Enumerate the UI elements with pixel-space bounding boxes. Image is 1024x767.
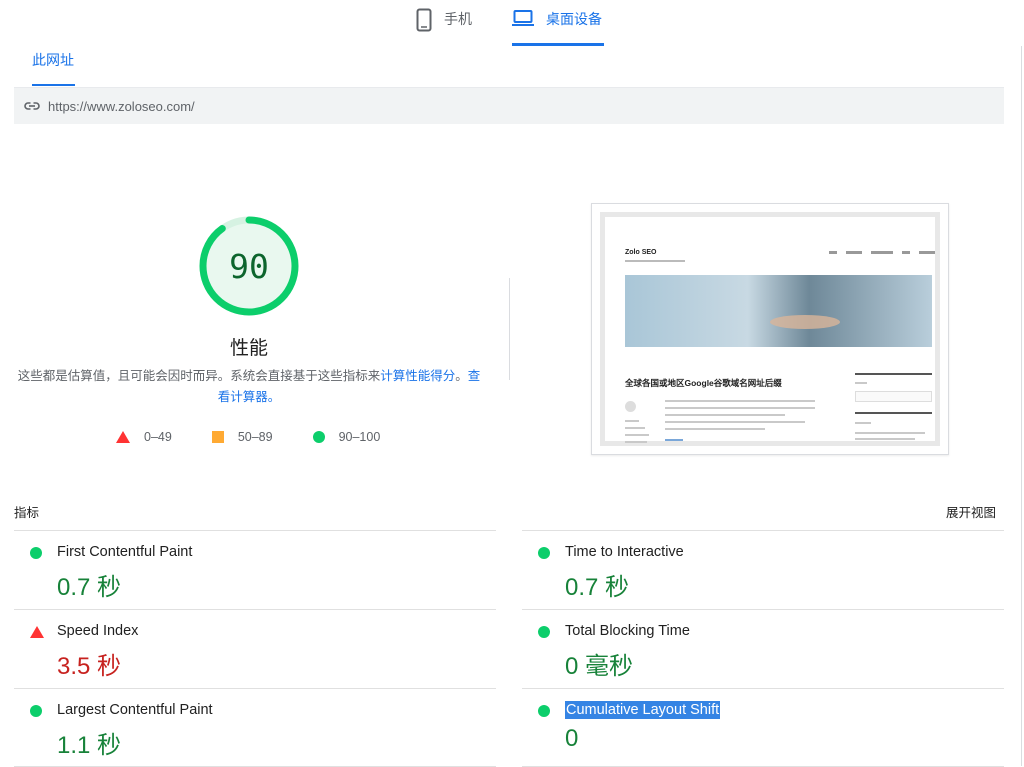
thumbnail-nav: [829, 251, 935, 254]
tab-mobile[interactable]: 手机: [416, 8, 472, 48]
legend-pass: 90–100: [312, 430, 381, 444]
hero-hand-graphic: [770, 315, 840, 329]
tab-this-url[interactable]: 此网址: [32, 50, 74, 70]
tab-desktop-label: 桌面设备: [546, 11, 602, 27]
thumbnail-frame: Zolo SEO 全球各国或地区Google谷歌域名网址后缀: [600, 212, 940, 446]
thumbnail-tagline: [625, 260, 685, 262]
pass-circle-icon: [538, 547, 550, 559]
metric-name: Largest Contentful Paint: [57, 702, 213, 718]
metric-value: 0.7 秒: [57, 574, 122, 601]
pass-circle-icon: [312, 431, 325, 443]
thumbnail-page: Zolo SEO 全球各国或地区Google谷歌域名网址后缀: [605, 217, 935, 443]
thumbnail-site-title: Zolo SEO: [625, 249, 657, 256]
legend-fail: 0–49: [116, 430, 172, 444]
legend-average-label: 50–89: [237, 430, 273, 444]
average-square-icon: [211, 431, 224, 443]
legend-average: 50–89: [211, 430, 273, 444]
divider: [509, 278, 510, 380]
thumbnail-hero-image: [625, 275, 932, 347]
fail-triangle-icon: [116, 431, 130, 443]
thumbnail-search-box: [855, 391, 932, 402]
calc-score-link[interactable]: 计算性能得分: [380, 369, 455, 383]
fail-triangle-icon: [30, 626, 44, 638]
scrollbar-track[interactable]: [1021, 46, 1022, 766]
score-disclaimer: 这些都是估算值，且可能会因时而异。系统会直接基于这些指标来计算性能得分。查看计算…: [14, 366, 484, 408]
pass-circle-icon: [538, 705, 550, 717]
phone-icon: [416, 8, 432, 32]
url-text: https://www.zoloseo.com/: [48, 98, 195, 114]
score-label: 性能: [229, 338, 268, 359]
pass-circle-icon: [30, 705, 42, 717]
metric-value: 0: [565, 725, 579, 752]
metric-value: 0 毫秒: [565, 653, 634, 680]
legend-fail-label: 0–49: [144, 430, 172, 444]
metric-value: 1.1 秒: [57, 732, 122, 759]
pass-circle-icon: [30, 547, 42, 559]
tab-mobile-label: 手机: [444, 11, 472, 27]
page-screenshot-thumbnail[interactable]: Zolo SEO 全球各国或地区Google谷歌域名网址后缀: [591, 203, 949, 455]
metric-value: 3.5 秒: [57, 653, 122, 680]
url-bar: https://www.zoloseo.com/: [14, 87, 1004, 124]
disclaimer-text: 这些都是估算值，且可能会因时而异。系统会直接基于这些指标来: [17, 369, 381, 383]
metric-name: Time to Interactive: [565, 544, 684, 560]
metric-speed-index: Speed Index 3.5 秒: [14, 609, 496, 688]
metric-name: First Contentful Paint: [57, 544, 193, 560]
score-value: 90: [229, 246, 269, 286]
laptop-icon: [512, 10, 534, 26]
thumbnail-avatar: [625, 401, 636, 412]
thumbnail-headline: 全球各国或地区Google谷歌域名网址后缀: [625, 378, 782, 388]
device-tabs: 手机 桌面设备: [0, 0, 1024, 48]
metric-cumulative-layout-shift: Cumulative Layout Shift 0: [522, 688, 1004, 767]
metric-total-blocking-time: Total Blocking Time 0 毫秒: [522, 609, 1004, 688]
disclaimer-sep: 。: [455, 369, 468, 383]
legend-pass-label: 90–100: [338, 430, 381, 444]
expand-view-toggle[interactable]: 展开视图: [946, 502, 996, 521]
pass-circle-icon: [538, 626, 550, 638]
metric-name: Cumulative Layout Shift: [565, 701, 721, 719]
score-legend: 0–49 50–89 90–100: [116, 430, 420, 444]
performance-gauge: 90: [197, 214, 301, 318]
metric-name: Total Blocking Time: [565, 623, 690, 639]
metric-value: 0.7 秒: [565, 574, 630, 601]
tab-underline: [32, 84, 75, 86]
metrics-heading: 指标: [14, 506, 40, 520]
metric-first-contentful-paint: First Contentful Paint 0.7 秒: [14, 530, 496, 609]
metric-time-to-interactive: Time to Interactive 0.7 秒: [522, 530, 1004, 609]
link-icon: [24, 102, 40, 110]
metric-largest-contentful-paint: Largest Contentful Paint 1.1 秒: [14, 688, 496, 767]
metric-name: Speed Index: [57, 623, 139, 639]
tab-desktop[interactable]: 桌面设备: [512, 8, 604, 48]
